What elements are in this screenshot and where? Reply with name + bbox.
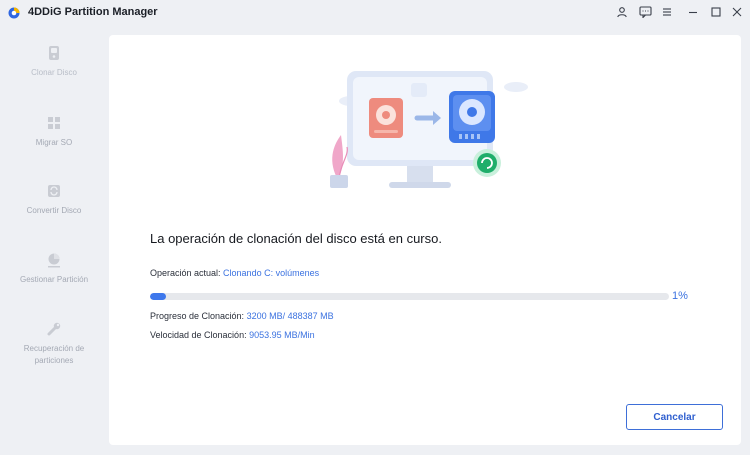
disk-clone-icon <box>45 44 63 62</box>
sidebar-item-clonar-disco[interactable]: Clonar Disco <box>0 44 108 79</box>
minimize-icon[interactable] <box>685 4 701 20</box>
sidebar-item-gestionar-particion[interactable]: Gestionar Partición <box>0 251 108 286</box>
maximize-icon[interactable] <box>708 4 724 20</box>
sidebar-item-convertir-disco[interactable]: Convertir Disco <box>0 182 108 217</box>
clone-progress-fill <box>150 293 166 300</box>
wrench-icon <box>45 320 63 338</box>
main-panel: La operación de clonación del disco está… <box>109 35 741 445</box>
disk-convert-icon <box>45 182 63 200</box>
app-logo-icon <box>8 7 20 19</box>
sidebar-item-label: Clonar Disco <box>31 68 77 77</box>
current-operation-label: Operación actual: <box>150 268 224 278</box>
sidebar: Clonar Disco Migrar SO Convertir Disco G… <box>0 30 108 450</box>
sidebar-item-label: Migrar SO <box>35 138 73 147</box>
title-bar: 4DDiG Partition Manager <box>0 0 750 26</box>
clone-progress: Progreso de Clonación: 3200 MB/ 488387 M… <box>150 311 334 321</box>
app-title: 4DDiG Partition Manager <box>28 6 158 18</box>
sidebar-item-label: Recuperación de particiones <box>23 344 85 365</box>
clone-progress-bar <box>150 293 669 300</box>
current-operation-value: Clonando C: volúmenes <box>223 268 320 278</box>
current-operation: Operación actual: Clonando C: volúmenes <box>150 268 319 278</box>
user-icon[interactable] <box>614 4 630 20</box>
sidebar-item-migrar-so[interactable]: Migrar SO <box>0 114 108 149</box>
sidebar-item-label: Convertir Disco <box>26 206 82 215</box>
menu-icon[interactable] <box>659 4 675 20</box>
sidebar-item-label: Gestionar Partición <box>19 275 89 284</box>
cancel-button[interactable]: Cancelar <box>626 404 723 430</box>
feedback-icon[interactable] <box>637 4 653 20</box>
page-title: La operación de clonación del disco está… <box>150 231 442 246</box>
disk-cloning-illustration <box>330 71 528 188</box>
clone-speed-value: 9053.95 MB/Min <box>249 330 315 340</box>
clone-speed: Velocidad de Clonación: 9053.95 MB/Min <box>150 330 315 340</box>
progress-percent: 1% <box>672 290 688 302</box>
clone-speed-label: Velocidad de Clonación: <box>150 330 250 340</box>
partition-pie-icon <box>45 251 63 269</box>
sidebar-item-recuperacion-particiones[interactable]: Recuperación de particiones <box>0 320 108 367</box>
close-icon[interactable] <box>729 4 745 20</box>
clone-progress-label: Progreso de Clonación: <box>150 311 247 321</box>
os-migrate-icon <box>45 114 63 132</box>
clone-progress-value: 3200 MB/ 488387 MB <box>246 311 334 321</box>
